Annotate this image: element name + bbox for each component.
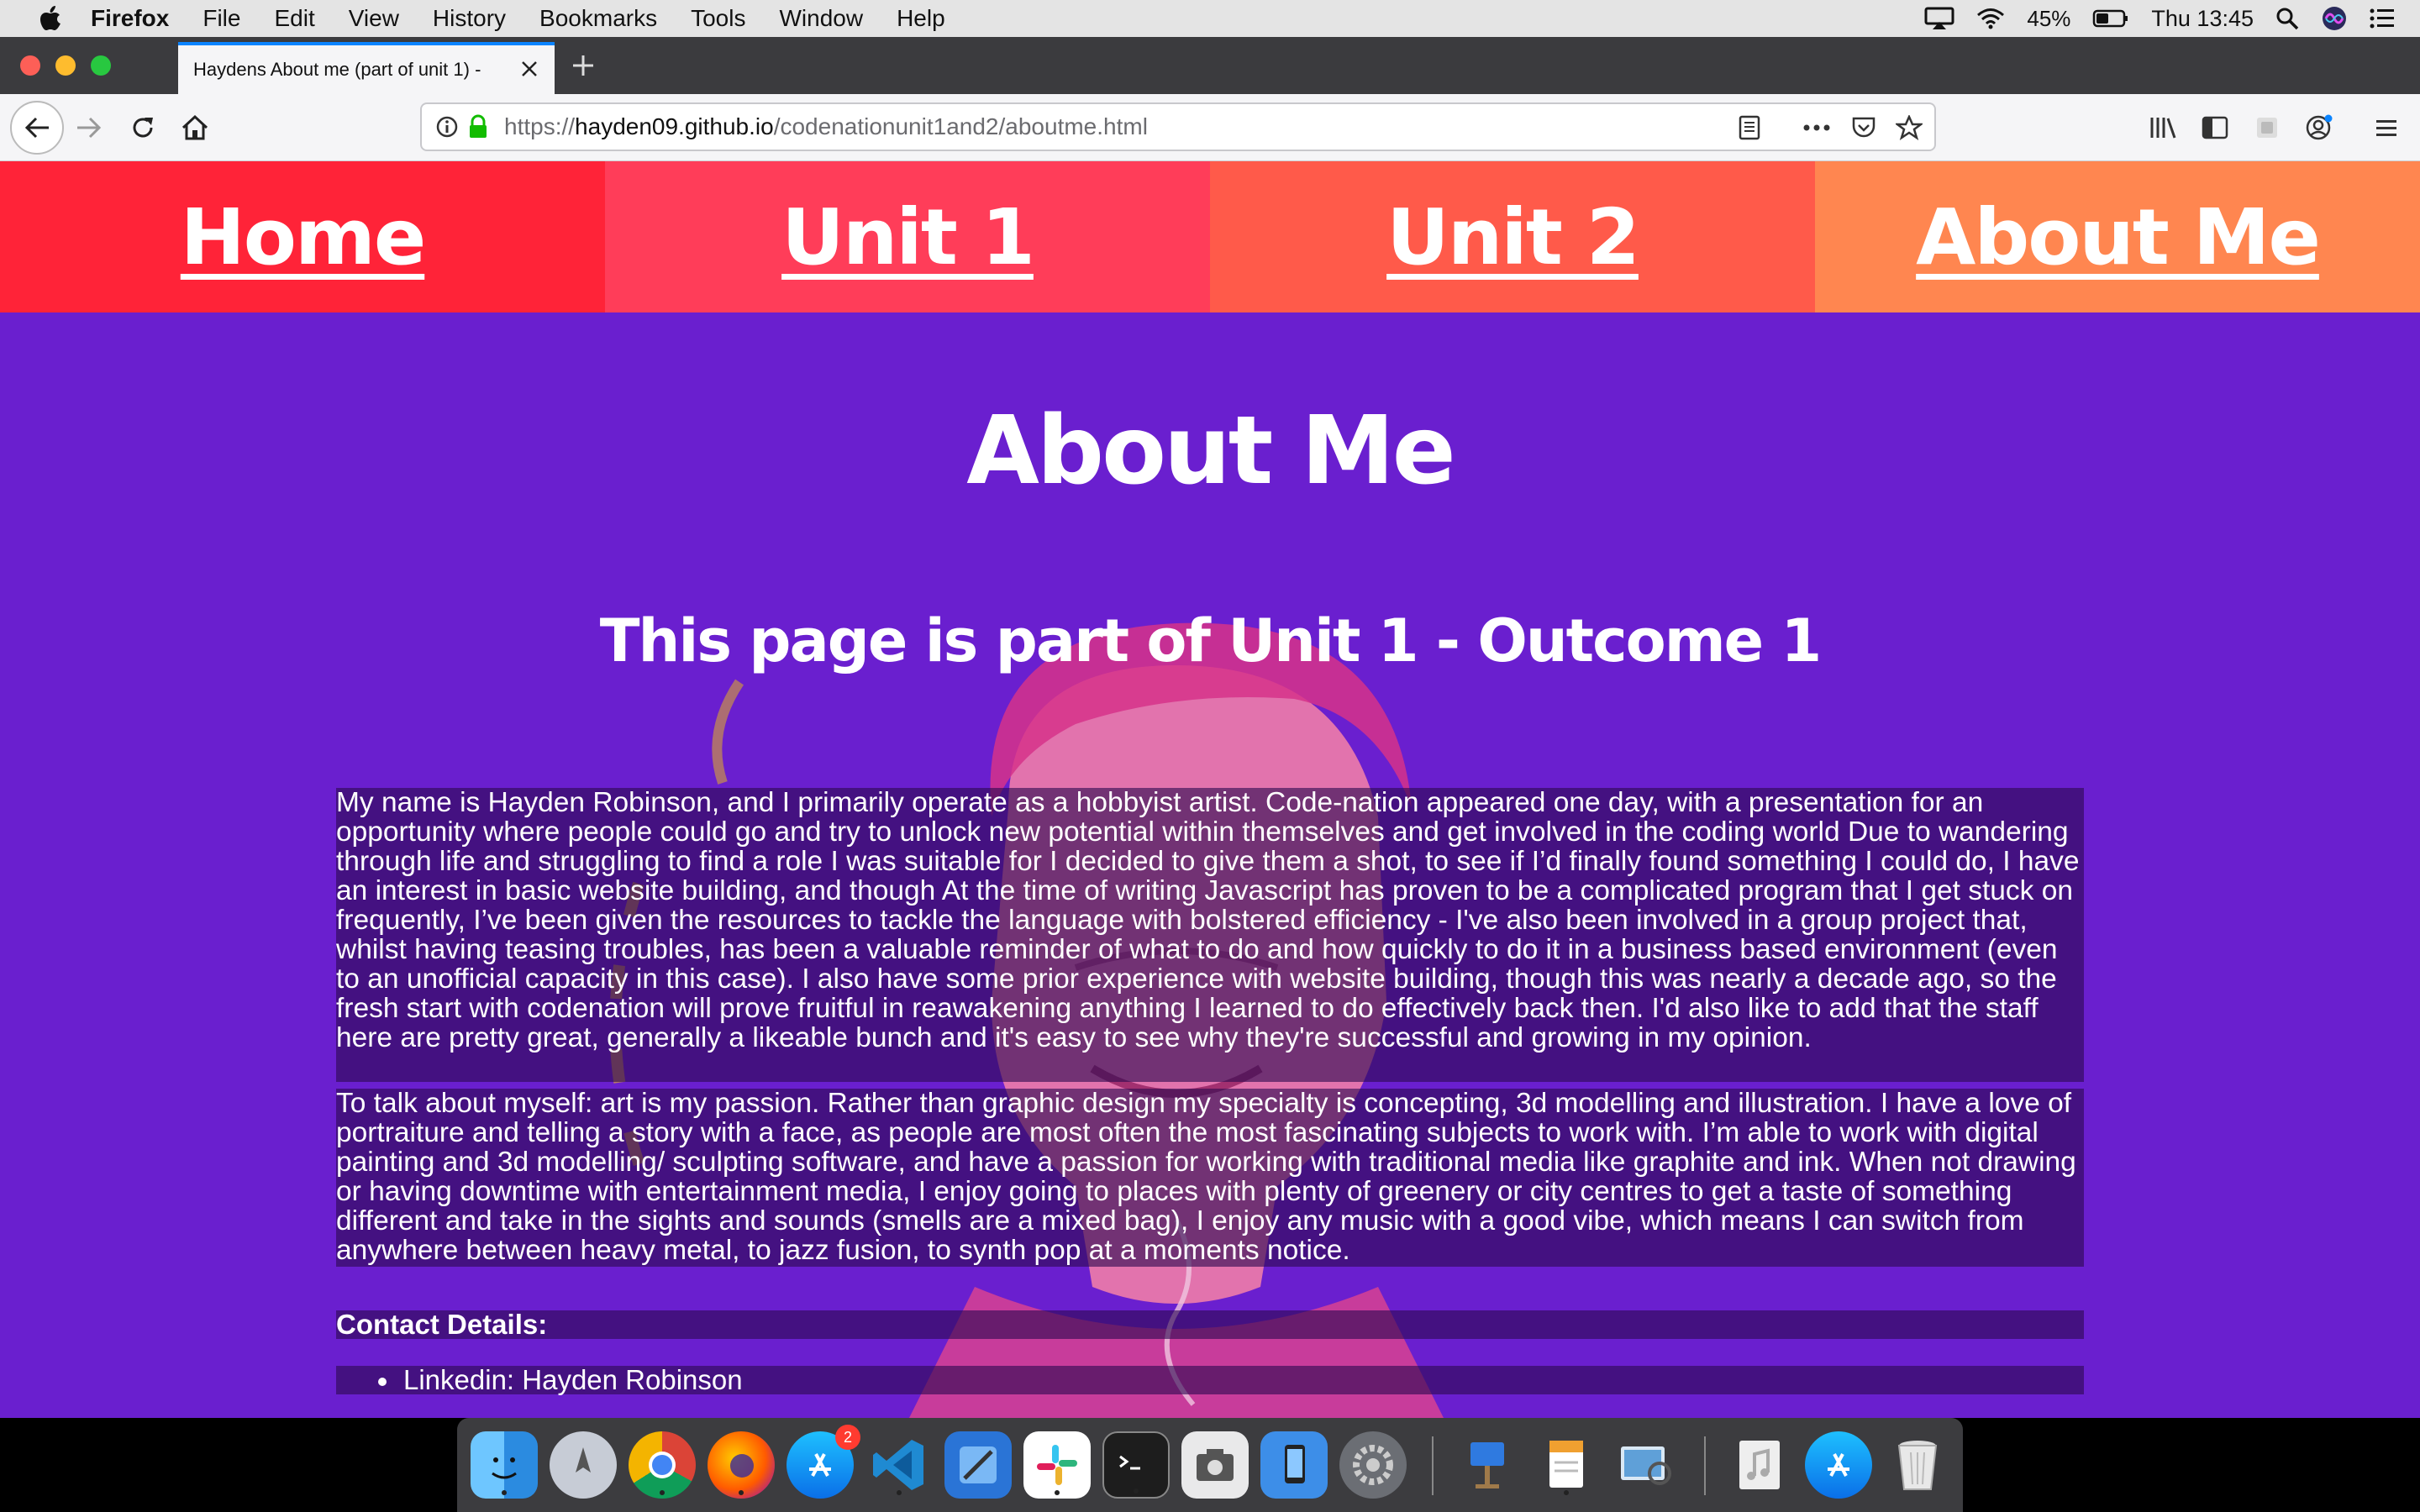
menu-view[interactable]: View xyxy=(349,5,399,32)
siri-icon[interactable] xyxy=(2321,5,2348,32)
app-store-icon[interactable]: 2 xyxy=(786,1425,860,1499)
simulator-icon[interactable] xyxy=(1260,1431,1328,1499)
pocket-icon[interactable] xyxy=(1847,111,1881,144)
keynote-icon[interactable] xyxy=(1454,1431,1521,1499)
notification-center-icon[interactable] xyxy=(2370,8,2395,29)
window-minimize-button[interactable] xyxy=(55,55,76,76)
forward-button[interactable] xyxy=(66,104,113,151)
terminal-icon[interactable] xyxy=(1102,1431,1170,1499)
downloads-app-store-icon[interactable] xyxy=(1805,1431,1872,1499)
browser-navigation-bar: https://hayden09.github.io/codenationuni… xyxy=(0,94,2420,161)
menu-tools[interactable]: Tools xyxy=(691,5,745,32)
hamburger-menu-icon[interactable] xyxy=(2363,104,2410,151)
dock-separator-2 xyxy=(1704,1436,1706,1495)
new-tab-button[interactable] xyxy=(565,47,602,84)
page-actions-icon[interactable] xyxy=(1800,111,1833,144)
system-preferences-icon[interactable] xyxy=(1339,1431,1407,1499)
chrome-icon[interactable] xyxy=(629,1431,696,1499)
page-info-icon[interactable] xyxy=(435,115,459,139)
contact-details-heading: Contact Details: xyxy=(336,1310,2084,1339)
xcode-icon[interactable] xyxy=(944,1431,1012,1499)
reader-view-icon[interactable] xyxy=(1733,111,1766,144)
menu-window[interactable]: Window xyxy=(779,5,863,32)
macos-menu-bar: Firefox File Edit View History Bookmarks… xyxy=(0,0,2420,37)
slack-icon[interactable] xyxy=(1023,1431,1091,1499)
trash-icon[interactable] xyxy=(1884,1431,1951,1499)
bookmark-star-icon[interactable] xyxy=(1892,111,1926,144)
wifi-icon[interactable] xyxy=(1976,8,2005,29)
nav-link-unit-1[interactable]: Unit 1 xyxy=(781,192,1035,282)
menu-app-firefox[interactable]: Firefox xyxy=(91,5,169,32)
site-navigation: Home Unit 1 Unit 2 About Me xyxy=(0,161,2420,312)
web-page: Home Unit 1 Unit 2 About Me About Me Thi… xyxy=(0,161,2420,1418)
about-paragraph-self: To talk about myself: art is my passion.… xyxy=(336,1089,2084,1267)
nav-tab-home: Home xyxy=(0,161,605,312)
about-paragraph-intro: My name is Hayden Robinson, and I primar… xyxy=(336,788,2084,1082)
url-scheme: https:// xyxy=(504,113,576,139)
preview-icon[interactable] xyxy=(1612,1431,1679,1499)
browser-tab-active[interactable]: Haydens About me (part of unit 1) - xyxy=(178,42,555,94)
page-subheading: This page is part of Unit 1 - Outcome 1 xyxy=(599,606,1822,675)
menu-history[interactable]: History xyxy=(433,5,506,32)
firefox-icon[interactable] xyxy=(708,1431,775,1499)
url-text: https://hayden09.github.io/codenationuni… xyxy=(504,113,1148,140)
sidebar-toggle-icon[interactable] xyxy=(2191,104,2238,151)
page-heading: About Me xyxy=(966,396,1455,506)
menubar-clock[interactable]: Thu 13:45 xyxy=(2151,6,2254,32)
back-button[interactable] xyxy=(10,101,64,155)
library-icon[interactable] xyxy=(2139,104,2186,151)
launchpad-icon[interactable] xyxy=(550,1431,617,1499)
contact-item-linkedin[interactable]: Linkedin: Hayden Robinson xyxy=(378,1366,2084,1394)
menu-edit[interactable]: Edit xyxy=(274,5,314,32)
nav-link-about-me[interactable]: About Me xyxy=(1916,192,2321,282)
menu-file[interactable]: File xyxy=(203,5,240,32)
music-folder-icon[interactable] xyxy=(1726,1431,1793,1499)
window-zoom-button[interactable] xyxy=(91,55,111,76)
url-path: /codenationunit1and2/aboutme.html xyxy=(773,113,1148,139)
menu-bookmarks[interactable]: Bookmarks xyxy=(539,5,657,32)
app-store-badge: 2 xyxy=(835,1425,860,1450)
home-button[interactable] xyxy=(171,104,218,151)
tab-close-icon[interactable] xyxy=(516,55,543,82)
tab-title: Haydens About me (part of unit 1) - xyxy=(193,59,481,80)
firefox-account-icon[interactable] xyxy=(2296,104,2343,151)
vscode-icon[interactable] xyxy=(865,1431,933,1499)
contact-list: Linkedin: Hayden Robinson xyxy=(336,1366,2084,1394)
pages-icon[interactable] xyxy=(1533,1431,1600,1499)
airplay-icon[interactable] xyxy=(1924,7,1954,30)
apple-menu-icon[interactable] xyxy=(34,6,67,31)
secure-lock-icon[interactable] xyxy=(467,114,489,139)
finder-icon[interactable] xyxy=(471,1431,538,1499)
url-host: hayden09.github.io xyxy=(575,113,774,139)
extension-icon[interactable] xyxy=(2244,104,2291,151)
nav-link-home[interactable]: Home xyxy=(181,192,426,282)
macos-dock: 2 xyxy=(457,1418,1963,1512)
nav-tab-unit-2: Unit 2 xyxy=(1210,161,1815,312)
screenshot-icon[interactable] xyxy=(1181,1431,1249,1499)
window-close-button[interactable] xyxy=(20,55,40,76)
nav-tab-unit-1: Unit 1 xyxy=(605,161,1210,312)
nav-tab-about-me: About Me xyxy=(1815,161,2420,312)
dock-separator xyxy=(1432,1436,1434,1495)
address-bar[interactable]: https://hayden09.github.io/codenationuni… xyxy=(420,102,1936,151)
battery-percent: 45% xyxy=(2027,5,2071,31)
reload-button[interactable] xyxy=(119,104,166,151)
battery-icon[interactable] xyxy=(2092,8,2129,29)
nav-link-unit-2[interactable]: Unit 2 xyxy=(1386,192,1640,282)
spotlight-search-icon[interactable] xyxy=(2275,7,2299,30)
menu-help[interactable]: Help xyxy=(897,5,945,32)
